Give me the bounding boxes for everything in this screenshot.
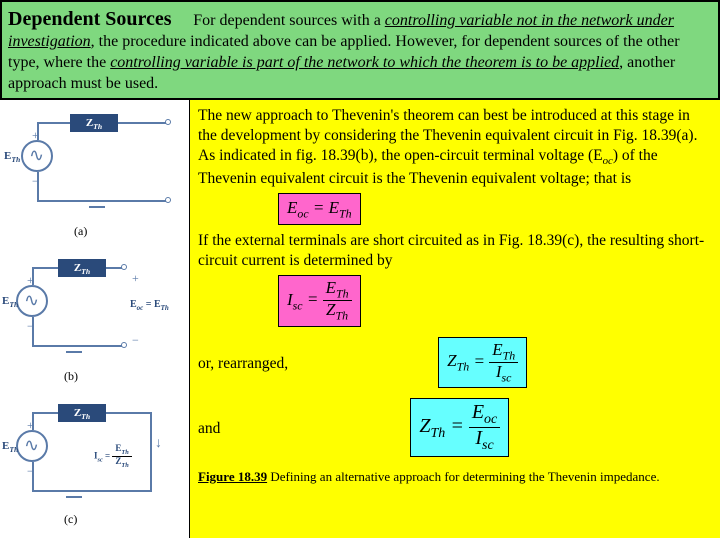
eoc-label: Eoc = ETh (130, 299, 169, 312)
caption-text: Defining an alternative approach for det… (267, 469, 660, 484)
equation-4: ZTh = EocIsc (410, 398, 509, 457)
main-row: ZTh + − ETh (a) ZTh + − ETh (0, 100, 720, 538)
source-icon (21, 140, 53, 172)
source-icon (16, 430, 48, 462)
current-arrow-icon: ↓ (155, 436, 162, 452)
source-icon (16, 285, 48, 317)
circuit-c: ZTh + − ETh ↓ Isc = EThZTh (c) (2, 394, 187, 534)
t: For dependent sources with a (193, 12, 385, 29)
equation-1: Eoc = ETh (278, 193, 361, 226)
section-title: Dependent Sources (8, 8, 172, 30)
eth-label: ETh (2, 295, 18, 309)
circuit-b: ZTh + − ETh + − Eoc = ETh (b) (2, 249, 187, 389)
para-3: or, rearranged, (198, 354, 288, 374)
isc-label: Isc = EThZTh (94, 444, 132, 469)
impedance-box: ZTh (58, 259, 106, 277)
impedance-box: ZTh (58, 404, 106, 422)
eth-label: ETh (4, 150, 20, 164)
equation-3: ZTh = EThIsc (438, 337, 527, 389)
fig-label-b: (b) (64, 369, 78, 384)
impedance-box: ZTh (70, 114, 118, 132)
circuit-a: ZTh + − ETh (a) (2, 104, 187, 244)
header-box: Dependent Sources For dependent sources … (0, 0, 720, 100)
figure-column: ZTh + − ETh (a) ZTh + − ETh (0, 100, 190, 538)
para-2: If the external terminals are short circ… (198, 231, 712, 271)
terminal-icon (165, 197, 171, 203)
equation-2: Isc = EThZTh (278, 275, 361, 327)
terminal-icon (121, 264, 127, 270)
terminal-icon (165, 119, 171, 125)
t-it: controlling variable is part of the netw… (110, 54, 619, 71)
eth-label: ETh (2, 440, 18, 454)
caption-num: Figure 18.39 (198, 469, 267, 484)
text-column: The new approach to Thevenin's theorem c… (190, 100, 720, 538)
terminal-icon (121, 342, 127, 348)
para-1: The new approach to Thevenin's theorem c… (198, 106, 712, 188)
fig-label-a: (a) (74, 224, 87, 239)
fig-label-c: (c) (64, 512, 77, 527)
para-4: and (198, 419, 220, 439)
figure-caption: Figure 18.39 Defining an alternative app… (198, 469, 712, 486)
